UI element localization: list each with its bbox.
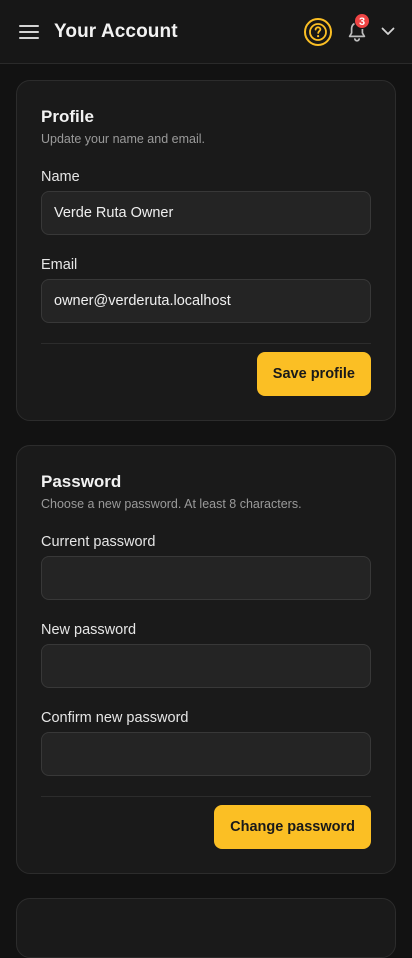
question-circle-icon [309,22,327,41]
email-label: Email [41,257,78,273]
password-divider [41,796,371,797]
name-input[interactable] [41,191,371,235]
account-dropdown-button[interactable] [380,24,396,40]
save-profile-button[interactable]: Save profile [256,352,371,396]
current-password-label: Current password [41,534,156,550]
next-settings-card [16,898,396,958]
notifications-button[interactable]: 3 [346,12,370,43]
confirm-password-input[interactable] [41,732,371,776]
hamburger-menu-icon [19,24,39,39]
profile-title: Profile [41,107,94,126]
password-title: Password [41,472,122,491]
header-actions: 3 [304,12,396,46]
page-title: Your Account [54,20,178,42]
profile-subtitle: Update your name and email. [41,132,205,146]
current-password-input[interactable] [41,556,371,600]
chevron-down-icon [381,27,395,35]
menu-button[interactable] [18,21,40,43]
new-password-input[interactable] [41,644,371,688]
password-card: Password Choose a new password. At least… [16,445,396,874]
new-password-label: New password [41,622,137,638]
email-input[interactable] [41,279,371,323]
help-button[interactable] [304,17,332,46]
profile-card: Profile Update your name and email. Name… [16,80,396,421]
confirm-password-label: Confirm new password [41,710,189,726]
notification-count-badge: 3 [354,12,370,29]
name-label: Name [41,169,80,185]
app-header: Your Account 3 [0,0,412,64]
profile-divider [41,343,371,344]
password-subtitle: Choose a new password. At least 8 charac… [41,497,302,511]
change-password-button[interactable]: Change password [214,805,371,849]
